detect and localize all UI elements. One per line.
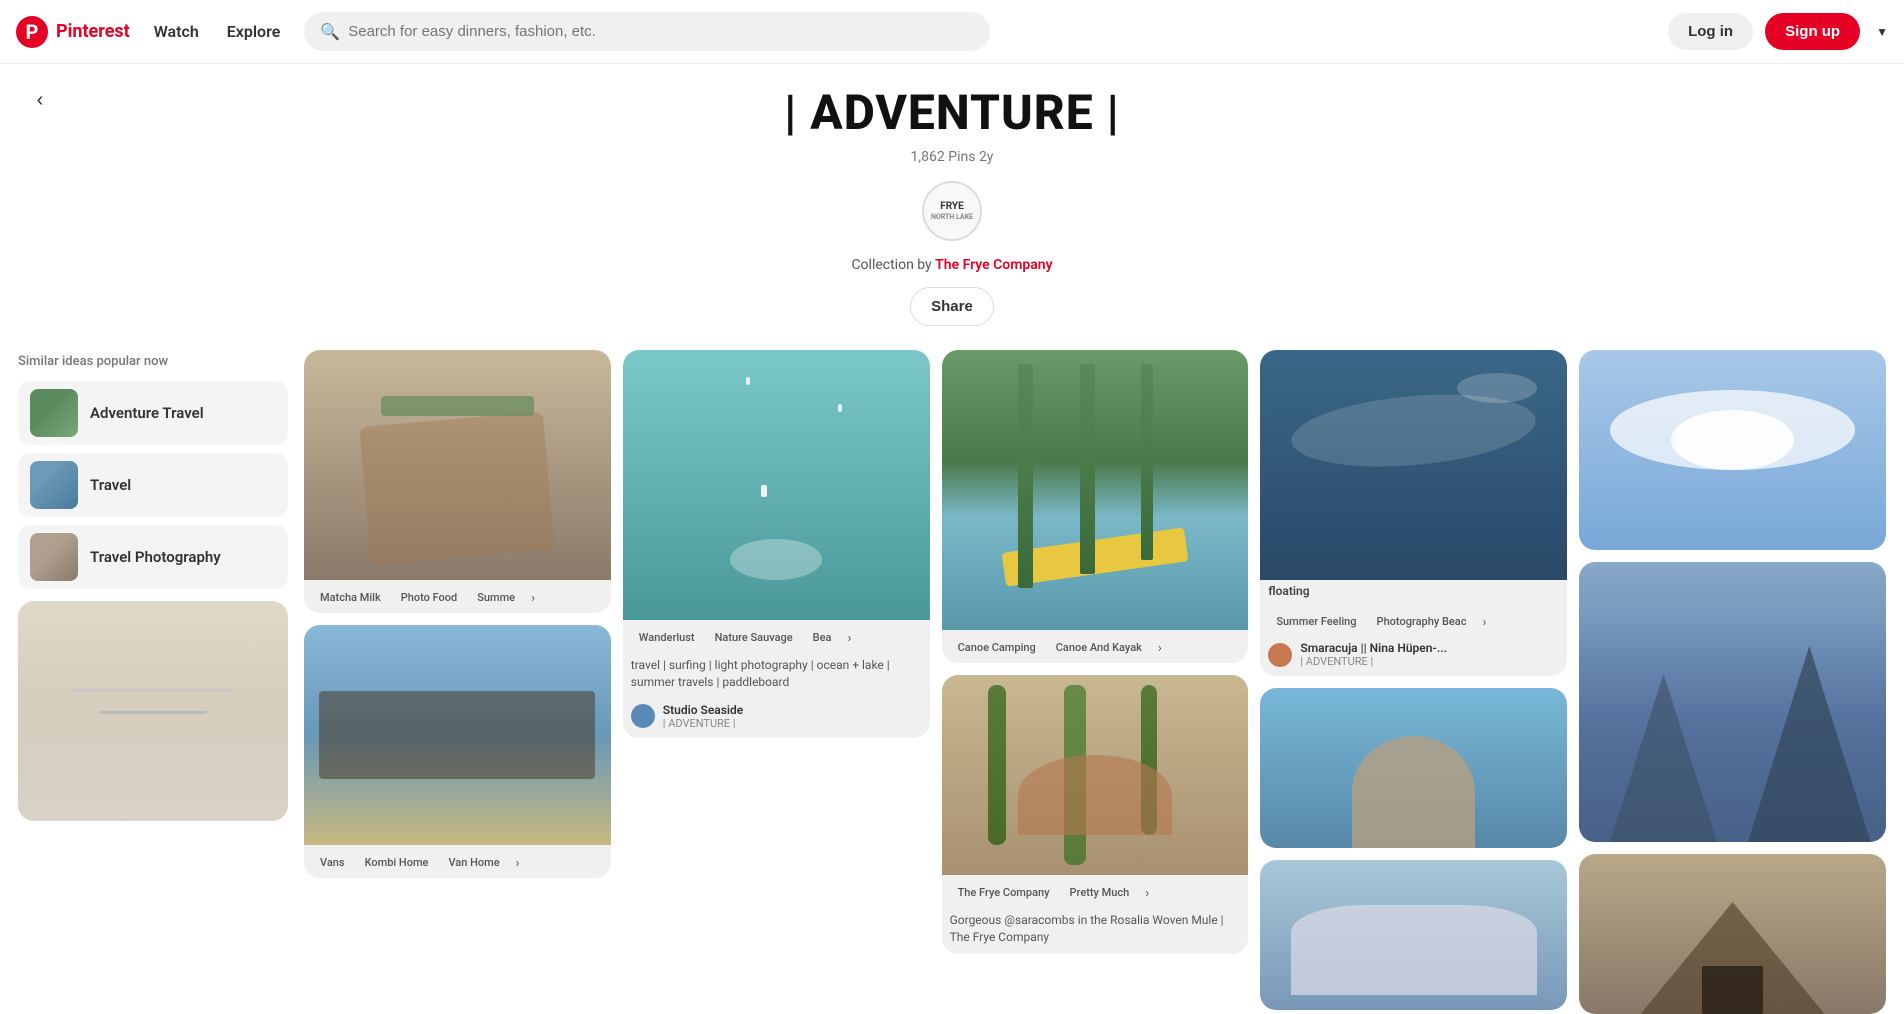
sidebar-thumb-travel xyxy=(30,461,78,509)
board-header: | ADVENTURE | 1,862 Pins 2y FRYE NORTH L… xyxy=(0,64,1904,350)
pin-card-cloud[interactable] xyxy=(1579,350,1886,550)
header: P Pinterest Watch Explore 🔍 Log in Sign … xyxy=(0,0,1904,64)
sidebar-label-adventure-travel: Adventure Travel xyxy=(90,404,204,422)
pin-tag[interactable]: Matcha Milk xyxy=(312,588,389,609)
nav-watch[interactable]: Watch xyxy=(142,14,211,49)
pin-tag[interactable]: Wanderlust xyxy=(631,628,703,649)
pin-tag[interactable]: Bea xyxy=(805,628,840,649)
signup-button[interactable]: Sign up xyxy=(1765,13,1860,50)
sidebar: Similar ideas popular now Adventure Trav… xyxy=(18,350,288,1014)
pin-tag[interactable]: The Frye Company xyxy=(950,883,1058,904)
sidebar-heading: Similar ideas popular now xyxy=(18,354,288,369)
pin-tag[interactable]: Vans xyxy=(312,853,353,874)
pin-tag[interactable]: Kombi Home xyxy=(357,853,437,874)
pin-tag[interactable]: Nature Sauvage xyxy=(707,628,801,649)
collection-owner-link[interactable]: The Frye Company xyxy=(935,257,1052,273)
pin-tag-more[interactable]: › xyxy=(512,853,524,874)
pin-user-sea: Smaracuja || Nina Hüpen-... | ADVENTURE … xyxy=(1260,637,1567,676)
frye-logo: FRYE NORTH LAKE xyxy=(931,201,973,221)
pin-card-glacier[interactable] xyxy=(1260,860,1567,1010)
pin-card-food[interactable]: Matcha Milk Photo Food Summe › xyxy=(304,350,611,613)
nav-explore[interactable]: Explore xyxy=(215,14,293,49)
pin-card-cactus[interactable]: The Frye Company Pretty Much › Gorgeous … xyxy=(942,675,1249,954)
dropdown-arrow-icon[interactable]: ▼ xyxy=(1876,25,1888,39)
pin-tag[interactable]: Canoe And Kayak xyxy=(1048,638,1150,659)
board-age-value: 2y xyxy=(979,149,994,165)
pin-tag-more[interactable]: › xyxy=(527,588,539,609)
logo-wrap[interactable]: P Pinterest xyxy=(16,16,130,48)
main-nav: Watch Explore xyxy=(142,22,293,41)
sidebar-thumb-adventure-travel xyxy=(30,389,78,437)
pin-tags-canoe: Canoe Camping Canoe And Kayak › xyxy=(942,630,1249,663)
pin-tag-more[interactable]: › xyxy=(1154,638,1166,659)
pin-tags-cactus: The Frye Company Pretty Much › xyxy=(942,875,1249,908)
pin-card-sea[interactable]: floating Summer Feeling Photography Beac… xyxy=(1260,350,1567,676)
pin-card-water[interactable]: Wanderlust Nature Sauvage Bea › travel |… xyxy=(623,350,930,738)
pin-caption-sea-user: | ADVENTURE | xyxy=(1300,655,1447,668)
pin-tag[interactable]: Canoe Camping xyxy=(950,638,1044,659)
pin-card-rock[interactable] xyxy=(1260,688,1567,848)
sidebar-pin-picnic[interactable] xyxy=(18,601,288,821)
search-input[interactable] xyxy=(348,23,974,40)
main-content: Similar ideas popular now Adventure Trav… xyxy=(2,350,1902,1014)
pin-tag[interactable]: Photography Beac xyxy=(1369,612,1475,633)
sidebar-thumb-travel-photography xyxy=(30,533,78,581)
pin-tag[interactable]: Photo Food xyxy=(393,588,466,609)
sidebar-label-travel: Travel xyxy=(90,476,131,494)
pin-tag[interactable]: Van Home xyxy=(440,853,507,874)
pin-card-van[interactable]: Vans Kombi Home Van Home › xyxy=(304,625,611,878)
pin-tags-food: Matcha Milk Photo Food Summe › xyxy=(304,580,611,613)
pin-tag-more[interactable]: › xyxy=(1478,612,1490,633)
pin-card-tent[interactable] xyxy=(1579,854,1886,1014)
share-button[interactable]: Share xyxy=(910,287,994,326)
pins-grid: Matcha Milk Photo Food Summe › Vans Komb… xyxy=(304,350,1886,1014)
sidebar-item-travel[interactable]: Travel xyxy=(18,453,288,517)
back-button[interactable]: ‹ xyxy=(20,80,60,120)
pin-user-info: Studio Seaside | ADVENTURE | xyxy=(623,699,930,738)
pins-area: Matcha Milk Photo Food Summe › Vans Komb… xyxy=(304,350,1886,1014)
pin-card-canoe[interactable]: Canoe Camping Canoe And Kayak › xyxy=(942,350,1249,663)
sidebar-item-adventure-travel[interactable]: Adventure Travel xyxy=(18,381,288,445)
pin-user-name-sea[interactable]: Smaracuja || Nina Hüpen-... xyxy=(1300,641,1447,655)
pin-user-avatar-sea xyxy=(1268,643,1292,667)
pin-tag[interactable]: Pretty Much xyxy=(1062,883,1138,904)
pin-tag-more[interactable]: › xyxy=(1141,883,1153,904)
pin-tags-van: Vans Kombi Home Van Home › xyxy=(304,845,611,878)
pinterest-logo-text[interactable]: Pinterest xyxy=(56,21,130,42)
pin-caption-sea: floating xyxy=(1260,580,1567,604)
pin-user-name[interactable]: Studio Seaside xyxy=(663,703,743,717)
sidebar-label-travel-photography: Travel Photography xyxy=(90,548,221,566)
sidebar-item-travel-photography[interactable]: Travel Photography xyxy=(18,525,288,589)
pin-tag-more[interactable]: › xyxy=(843,628,855,649)
pin-description-cactus: Gorgeous @saracombs in the Rosalia Woven… xyxy=(942,908,1249,954)
board-title: | ADVENTURE | xyxy=(0,84,1904,141)
pin-tag[interactable]: Summer Feeling xyxy=(1268,612,1364,633)
pins-count: 1,862 Pins xyxy=(911,149,976,165)
board-avatar[interactable]: FRYE NORTH LAKE xyxy=(922,181,982,241)
search-bar[interactable]: 🔍 xyxy=(304,12,990,51)
pin-description: travel | surfing | light photography | o… xyxy=(623,653,930,699)
pin-tags-water: Wanderlust Nature Sauvage Bea › xyxy=(623,620,930,653)
pinterest-logo-icon[interactable]: P xyxy=(16,16,48,48)
search-icon: 🔍 xyxy=(320,22,340,41)
collection-by: Collection by The Frye Company xyxy=(0,257,1904,273)
pin-tag[interactable]: Summe xyxy=(469,588,523,609)
pin-user-avatar xyxy=(631,704,655,728)
board-meta: 1,862 Pins 2y xyxy=(0,149,1904,165)
pin-tags-sea: Summer Feeling Photography Beac › xyxy=(1260,604,1567,637)
pin-user-caption: | ADVENTURE | xyxy=(663,717,743,730)
login-button[interactable]: Log in xyxy=(1668,13,1753,50)
pin-card-mountain[interactable] xyxy=(1579,562,1886,842)
